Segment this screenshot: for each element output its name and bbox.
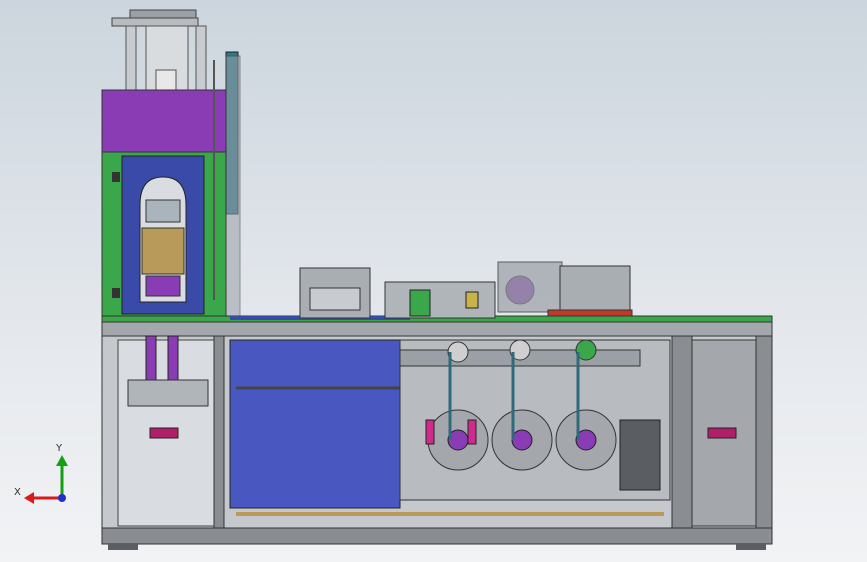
orientation-triad — [24, 455, 68, 504]
foot-right — [736, 544, 766, 550]
purple-struts — [145, 335, 157, 383]
lower-press-block — [127, 379, 209, 407]
lower-left-magenta-tag — [149, 427, 179, 439]
tower-guide-rail-inner — [225, 55, 241, 317]
drive-pulley-2-hub — [511, 429, 533, 451]
right-frame-post — [755, 335, 773, 529]
right-post — [671, 335, 693, 529]
tower-side-bracket-2 — [112, 288, 120, 298]
tower-mold-insert — [141, 227, 185, 275]
tower-column-left — [125, 25, 137, 91]
tower-mold-bottom — [145, 275, 181, 297]
tower-top-plate — [111, 17, 199, 27]
triad-y-arrow — [56, 455, 68, 466]
foot-left — [108, 544, 138, 550]
right-magenta-tag — [707, 427, 737, 439]
triad-x-label: X — [14, 487, 21, 498]
tower-mold-top — [145, 199, 181, 223]
blue-tank — [229, 339, 401, 509]
feeder-gold-part — [465, 291, 479, 309]
motor-housing — [497, 261, 563, 313]
worktable — [101, 315, 773, 337]
machine-assembly-drawing — [24, 9, 773, 550]
frame-bottom-beam — [101, 527, 773, 545]
tower-cap-plate — [129, 9, 197, 19]
tower-cylinder-rod — [155, 69, 177, 91]
left-fixture-inner — [309, 287, 361, 311]
purple-struts-2 — [167, 335, 179, 383]
triad-x-arrow — [24, 492, 34, 504]
frame-left-post — [213, 335, 225, 529]
right-fixture-box — [559, 265, 631, 313]
cad-viewport[interactable]: Y X — [0, 0, 867, 562]
triad-origin — [58, 494, 66, 502]
tower-purple-housing — [101, 89, 227, 153]
tower-side-brackets — [112, 172, 120, 182]
lower-frame — [101, 335, 773, 550]
tower-column-right — [195, 25, 207, 91]
press-tower — [101, 9, 241, 317]
magenta-cylinder-1 — [425, 419, 435, 445]
right-fixture-plate — [547, 309, 633, 317]
triad-y-label: Y — [56, 443, 63, 454]
top-mechanisms — [299, 261, 633, 319]
feeder-green-roll — [409, 289, 431, 317]
table-top-beam — [101, 321, 773, 337]
magenta-cylinder-2 — [467, 419, 477, 445]
dark-motor-right — [619, 419, 661, 491]
